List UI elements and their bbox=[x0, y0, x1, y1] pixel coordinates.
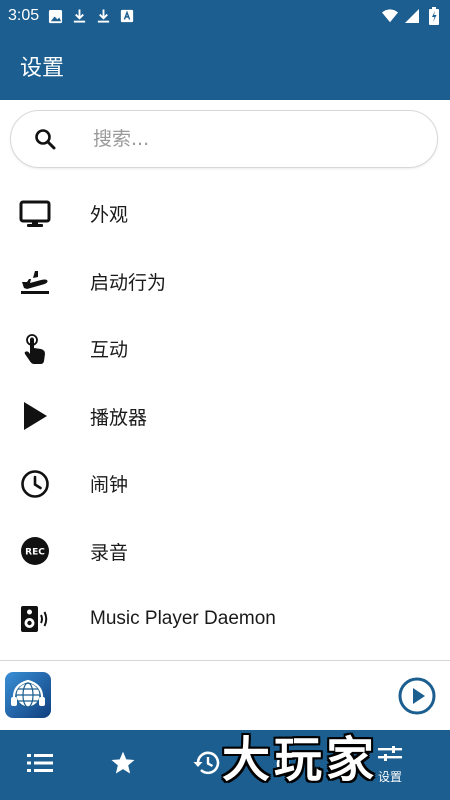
menu-item-appearance[interactable]: 外观 bbox=[0, 180, 450, 248]
mini-player bbox=[0, 661, 450, 730]
status-bar: 3:05 bbox=[0, 0, 450, 32]
speaker-icon bbox=[18, 602, 52, 636]
star-icon bbox=[110, 750, 136, 780]
battery-charging-icon bbox=[426, 7, 442, 25]
history-icon bbox=[192, 750, 220, 780]
nav-settings-label: 设置 bbox=[377, 769, 402, 784]
menu-item-label: 互动 bbox=[90, 339, 129, 362]
radio-globe-logo-icon[interactable] bbox=[5, 672, 51, 718]
app-bar: 设置 bbox=[0, 32, 450, 100]
monitor-icon bbox=[18, 197, 52, 231]
menu-item-label: Music Player Daemon bbox=[90, 607, 276, 629]
menu-item-player[interactable]: 播放器 bbox=[0, 383, 450, 451]
clock-icon bbox=[18, 467, 52, 501]
menu-item-label: 外观 bbox=[90, 204, 129, 227]
menu-item-label: 闹钟 bbox=[90, 474, 129, 497]
play-icon bbox=[18, 399, 52, 433]
search-input[interactable] bbox=[91, 127, 395, 151]
notification-icons bbox=[47, 8, 135, 24]
menu-item-label: 播放器 bbox=[90, 406, 148, 429]
system-icons bbox=[382, 0, 442, 32]
rec-icon: REC bbox=[18, 534, 52, 568]
search-icon bbox=[33, 127, 57, 151]
list-icon bbox=[27, 753, 53, 777]
menu-item-interaction[interactable]: 互动 bbox=[0, 315, 450, 383]
menu-item-alarm[interactable]: 闹钟 bbox=[0, 450, 450, 518]
wifi-icon bbox=[382, 8, 398, 24]
menu-item-startup[interactable]: 启动行为 bbox=[0, 248, 450, 316]
status-time: 3:05 bbox=[8, 7, 40, 24]
settings-menu: 外观 启动行为 互动 播放器 闹钟 REC 录音 Music Player Da… bbox=[0, 180, 450, 653]
watermark: 大玩家 bbox=[222, 732, 379, 788]
download-icon bbox=[71, 8, 87, 24]
download-icon bbox=[95, 8, 111, 24]
touch-hand-icon bbox=[18, 332, 52, 366]
page-title: 设置 bbox=[20, 56, 65, 81]
search-bar[interactable] bbox=[10, 110, 438, 168]
menu-item-mpd[interactable]: Music Player Daemon bbox=[0, 585, 450, 653]
nav-list[interactable] bbox=[10, 730, 70, 800]
image-icon bbox=[47, 8, 63, 24]
nav-favorites[interactable] bbox=[93, 730, 153, 800]
airplane-takeoff-icon bbox=[18, 264, 52, 298]
menu-item-label: 启动行为 bbox=[90, 271, 167, 294]
svg-text:REC: REC bbox=[25, 548, 45, 558]
settings-sliders-icon bbox=[378, 745, 402, 766]
menu-item-recording[interactable]: REC 录音 bbox=[0, 518, 450, 586]
menu-item-label: 录音 bbox=[90, 541, 129, 564]
signal-icon bbox=[404, 8, 420, 24]
play-circle-icon[interactable] bbox=[398, 677, 436, 715]
text-a-icon bbox=[119, 8, 135, 24]
